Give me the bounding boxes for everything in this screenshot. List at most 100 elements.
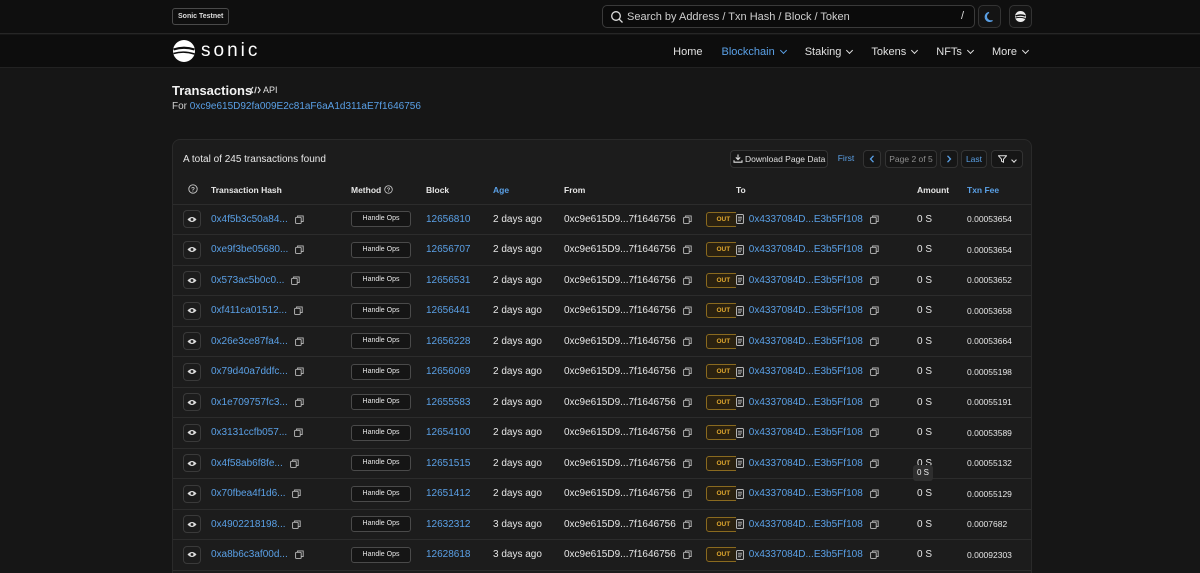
to-address-link[interactable]: 0x4337084D...E3b5Ff108	[749, 275, 863, 286]
copy-icon[interactable]	[682, 428, 692, 438]
nav-staking[interactable]: Staking	[805, 46, 854, 58]
copy-icon[interactable]	[682, 367, 692, 377]
tx-hash-link[interactable]: 0xa8b6c3af00d...	[211, 549, 288, 560]
tx-hash-link[interactable]: 0x3131ccfb057...	[211, 427, 287, 438]
previous-page-button[interactable]	[863, 150, 881, 168]
block-link[interactable]: 12632312	[426, 519, 471, 530]
copy-icon[interactable]	[869, 245, 879, 254]
preview-button[interactable]	[183, 240, 201, 259]
copy-icon[interactable]	[682, 276, 692, 285]
download-button[interactable]: Download Page Data	[730, 150, 828, 168]
to-address-link[interactable]: 0x4337084D...E3b5Ff108	[749, 214, 863, 225]
tx-hash-link[interactable]: 0xf411ca01512...	[211, 305, 287, 316]
nav-nfts[interactable]: NFTs	[936, 46, 974, 58]
block-link[interactable]: 12656707	[426, 244, 471, 255]
copy-icon[interactable]	[869, 215, 879, 224]
preview-button[interactable]	[183, 271, 201, 290]
block-link[interactable]: 12656810	[426, 214, 471, 225]
copy-icon[interactable]	[294, 398, 304, 407]
copy-icon[interactable]	[869, 459, 879, 468]
nav-home[interactable]: Home	[673, 46, 702, 58]
copy-icon[interactable]	[294, 337, 304, 346]
copy-icon[interactable]	[682, 489, 692, 499]
tx-hash-link[interactable]: 0x4902218198...	[211, 519, 286, 530]
copy-icon[interactable]	[294, 367, 304, 376]
block-link[interactable]: 12651515	[426, 458, 471, 469]
search-input[interactable]	[627, 8, 947, 25]
copy-icon[interactable]	[682, 520, 692, 529]
copy-icon[interactable]	[869, 489, 879, 498]
tx-hash-link[interactable]: 0x79d40a7ddfc...	[211, 366, 288, 377]
preview-button[interactable]	[183, 484, 201, 503]
tx-hash-link[interactable]: 0x1e709757fc3...	[211, 397, 288, 408]
tx-hash-link[interactable]: 0x4f5b3c50a84...	[211, 214, 288, 225]
copy-icon[interactable]	[682, 337, 692, 346]
sonic-network-button[interactable]	[1009, 5, 1032, 28]
copy-icon[interactable]	[294, 550, 304, 559]
copy-icon[interactable]	[294, 215, 304, 224]
copy-icon[interactable]	[289, 459, 299, 468]
preview-button[interactable]	[183, 332, 201, 351]
block-link[interactable]: 12651412	[426, 488, 471, 499]
to-address-link[interactable]: 0x4337084D...E3b5Ff108	[749, 549, 863, 560]
copy-icon[interactable]	[869, 367, 879, 376]
copy-icon[interactable]	[291, 276, 300, 285]
block-link[interactable]: 12656531	[426, 275, 471, 286]
block-link[interactable]: 12656228	[426, 336, 471, 347]
copy-icon[interactable]	[292, 489, 301, 498]
nav-blockchain[interactable]: Blockchain	[722, 46, 787, 58]
brand-logo[interactable]: sonic	[172, 39, 260, 63]
preview-button[interactable]	[183, 545, 201, 564]
preview-button[interactable]	[183, 454, 201, 473]
theme-toggle-button[interactable]	[978, 5, 1001, 28]
block-link[interactable]: 12656441	[426, 305, 471, 316]
preview-button[interactable]	[183, 362, 201, 381]
copy-icon[interactable]	[869, 520, 879, 529]
to-address-link[interactable]: 0x4337084D...E3b5Ff108	[749, 244, 863, 255]
first-page-button[interactable]: First	[833, 150, 859, 168]
search-box[interactable]: /	[602, 5, 975, 28]
to-address-link[interactable]: 0x4337084D...E3b5Ff108	[749, 458, 863, 469]
api-link[interactable]: API	[250, 85, 278, 95]
nav-more[interactable]: More	[992, 46, 1030, 58]
last-page-button[interactable]: Last	[961, 150, 987, 168]
copy-icon[interactable]	[295, 245, 304, 254]
network-badge[interactable]: Sonic Testnet	[172, 8, 230, 25]
tx-hash-link[interactable]: 0x573ac5b0c0...	[211, 275, 284, 286]
preview-button[interactable]	[183, 423, 201, 442]
to-address-link[interactable]: 0x4337084D...E3b5Ff108	[749, 305, 863, 316]
copy-icon[interactable]	[682, 459, 692, 468]
to-address-link[interactable]: 0x4337084D...E3b5Ff108	[749, 397, 863, 408]
copy-icon[interactable]	[294, 428, 303, 437]
copy-icon[interactable]	[869, 276, 879, 285]
copy-icon[interactable]	[869, 337, 879, 346]
to-address-link[interactable]: 0x4337084D...E3b5Ff108	[749, 488, 863, 499]
col-age[interactable]: Age	[493, 176, 564, 205]
to-address-link[interactable]: 0x4337084D...E3b5Ff108	[749, 366, 863, 377]
filter-button[interactable]	[991, 150, 1023, 168]
info-icon[interactable]: ?	[383, 185, 393, 194]
block-link[interactable]: 12654100	[426, 427, 471, 438]
address-link[interactable]: 0xc9e615D92fa009E2c81aF6aA1d311aE7f16467…	[190, 101, 421, 112]
col-fee[interactable]: Txn Fee	[967, 176, 1031, 205]
tx-hash-link[interactable]: 0xe9f3be05680...	[211, 244, 288, 255]
preview-button[interactable]	[183, 210, 201, 229]
block-link[interactable]: 12628618	[426, 549, 471, 560]
copy-icon[interactable]	[293, 306, 303, 315]
block-link[interactable]: 12656069	[426, 366, 471, 377]
copy-icon[interactable]	[869, 428, 879, 437]
preview-button[interactable]	[183, 515, 201, 534]
copy-icon[interactable]	[682, 215, 692, 224]
tx-hash-link[interactable]: 0x70fbea4f1d6...	[211, 488, 286, 499]
copy-icon[interactable]	[682, 398, 692, 407]
copy-icon[interactable]	[869, 306, 879, 315]
next-page-button[interactable]	[940, 150, 958, 168]
block-link[interactable]: 12655583	[426, 397, 471, 408]
copy-icon[interactable]	[292, 520, 301, 529]
nav-tokens[interactable]: Tokens	[871, 46, 919, 58]
copy-icon[interactable]	[682, 550, 692, 560]
to-address-link[interactable]: 0x4337084D...E3b5Ff108	[749, 427, 863, 438]
copy-icon[interactable]	[682, 245, 692, 255]
to-address-link[interactable]: 0x4337084D...E3b5Ff108	[749, 519, 863, 530]
copy-icon[interactable]	[869, 550, 879, 559]
